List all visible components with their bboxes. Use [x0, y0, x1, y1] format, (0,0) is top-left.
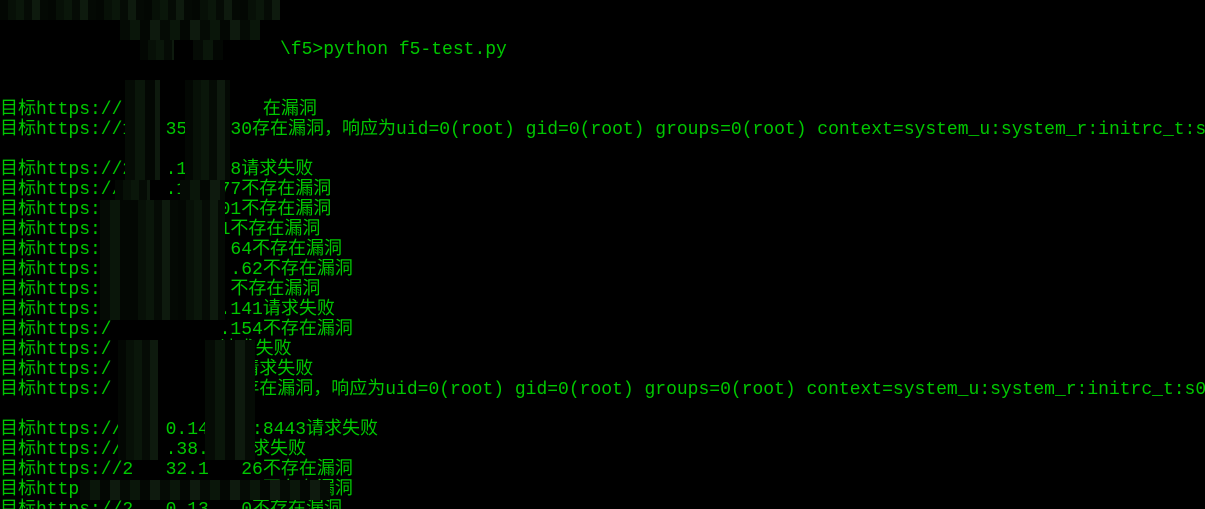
- redaction-block: [80, 480, 330, 500]
- output-line: 目标https:// 0.146 :8443请求失败: [0, 420, 1205, 440]
- output-line: 目标https://2 32.1 26不存在漏洞: [0, 460, 1205, 480]
- prompt-path: \f5>: [280, 40, 323, 60]
- redaction-block: [118, 340, 158, 460]
- redaction-block: [193, 40, 223, 60]
- redaction-block: [0, 0, 280, 20]
- output-line: 目标https://5 .38. 求失败: [0, 440, 1205, 460]
- output-line: 目标https://14 35 .30存在漏洞，响应为uid=0(root) g…: [0, 120, 1205, 140]
- redaction-block: [125, 80, 160, 180]
- redaction-block: [120, 20, 260, 40]
- command-text: python f5-test.py: [323, 40, 507, 60]
- output-line: 目标https:/ 8. 59请求失败: [0, 360, 1205, 380]
- blank-line: [0, 400, 1205, 420]
- output-line: 目标https:/ 请求失败: [0, 340, 1205, 360]
- output-line: 目标https://2 0.13 0不存在漏洞: [0, 500, 1205, 509]
- output-line: 目标https:/ .154不存在漏洞: [0, 320, 1205, 340]
- redaction-block: [140, 40, 174, 60]
- output-line: 目标https://2 .1 78请求失败: [0, 160, 1205, 180]
- redaction-block: [100, 200, 130, 320]
- output-line: 目标https:/ 2 23存在漏洞，响应为uid=0(root) gid=0(…: [0, 380, 1205, 400]
- redaction-block: [115, 180, 150, 200]
- redaction-block: [185, 80, 230, 180]
- redaction-block: [180, 180, 225, 200]
- command-line: \f5>python f5-test.py: [0, 40, 1205, 60]
- redaction-block: [130, 200, 225, 320]
- output-line: 目标https:// 在漏洞: [0, 100, 1205, 120]
- redaction-block: [205, 340, 255, 460]
- blank-line: [0, 140, 1205, 160]
